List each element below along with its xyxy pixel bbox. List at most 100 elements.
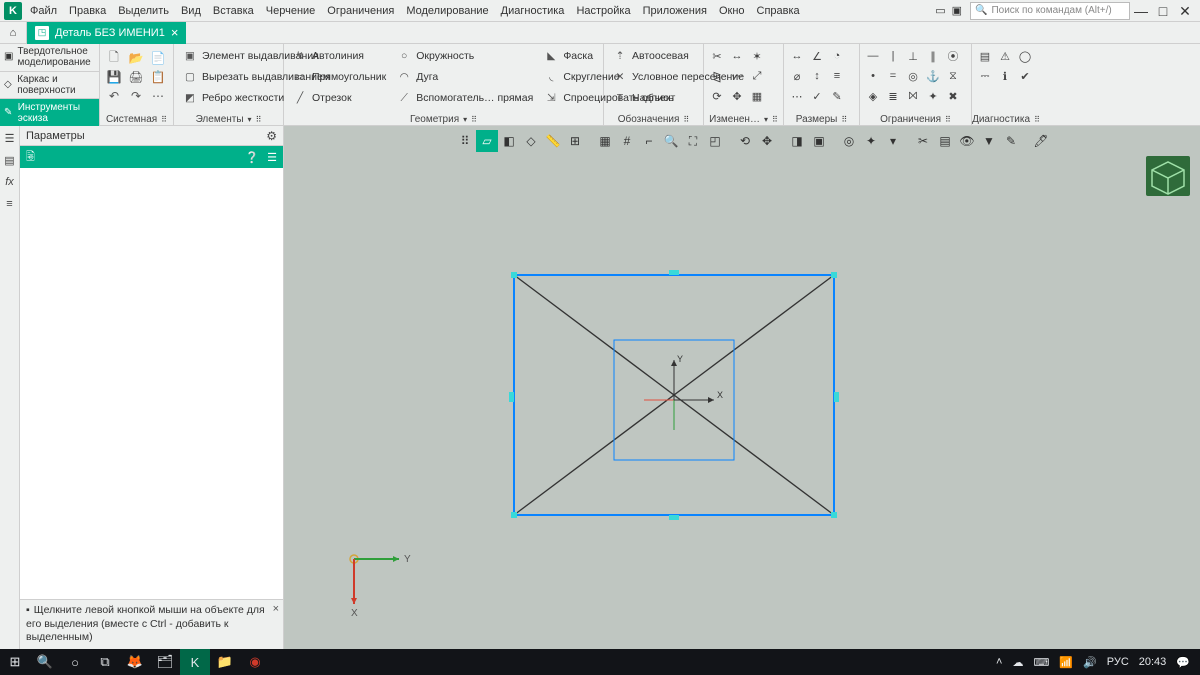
dim-auto-icon[interactable]: ✓ — [808, 87, 826, 105]
c-equal-icon[interactable]: = — [884, 67, 902, 85]
dim-chain-icon[interactable]: ⋯ — [788, 87, 806, 105]
diag-over-icon[interactable]: ⚠ — [996, 47, 1014, 65]
diag-dof-icon[interactable]: ▤ — [976, 47, 994, 65]
menu-apps[interactable]: Приложения — [637, 0, 713, 22]
c-merge-icon[interactable]: ⨝ — [904, 87, 922, 105]
document-tab[interactable]: ◳ Деталь БЕЗ ИМЕНИ1 × — [27, 22, 186, 44]
tree-icon[interactable]: ☰ — [2, 130, 18, 146]
dim-diam-icon[interactable]: ⌀ — [788, 67, 806, 85]
panel-settings-icon[interactable]: ⚙ — [266, 129, 277, 143]
vt-shade-icon[interactable]: ◨ — [786, 130, 808, 152]
list-icon[interactable]: ≡ — [2, 196, 18, 212]
dim-edit-icon[interactable]: ✎ — [828, 87, 846, 105]
panel-collapse-icon[interactable]: ☰ — [267, 151, 277, 164]
taskbar-explorer[interactable]: 📁 — [210, 649, 240, 675]
menu-select[interactable]: Выделить — [112, 0, 175, 22]
c-concentric-icon[interactable]: ◎ — [904, 67, 922, 85]
panel-help-icon[interactable]: ❔ — [245, 151, 259, 164]
cmd-aux-line[interactable]: ⟋Вспомогатель… прямая — [392, 89, 537, 107]
print-icon[interactable]: 🖨 — [128, 69, 144, 85]
vt-pan-icon[interactable]: ✥ — [756, 130, 778, 152]
diag-info-icon[interactable]: ℹ — [996, 67, 1014, 85]
split-icon[interactable]: ✶ — [748, 47, 766, 65]
start-button[interactable]: ⊞ — [0, 649, 30, 675]
cmd-rectangle[interactable]: ▭Прямоугольник — [288, 68, 390, 86]
diag-closed-icon[interactable]: ◯ — [1016, 47, 1034, 65]
vt-measure-icon[interactable]: 📏 — [542, 130, 564, 152]
close-button[interactable]: ✕ — [1174, 0, 1196, 22]
tray-keyboard-icon[interactable]: ⌨ — [1033, 656, 1049, 669]
mirror-icon[interactable]: ⧎ — [708, 67, 726, 85]
vt-zoomfit-icon[interactable]: ⛶ — [682, 130, 704, 152]
new-icon[interactable]: 🗋 — [106, 50, 122, 66]
taskbar-app1[interactable]: 🦊 — [120, 649, 150, 675]
tray-wifi-icon[interactable]: 📶 — [1059, 656, 1073, 669]
vt-filter-icon[interactable]: ▼ — [978, 130, 1000, 152]
props-icon[interactable]: 📄 — [150, 50, 166, 66]
copy-icon[interactable]: 📋 — [150, 69, 166, 85]
undo-icon[interactable]: ↶ — [106, 88, 122, 104]
redo-icon[interactable]: ↷ — [128, 88, 144, 104]
taskbar-kompas[interactable]: K — [180, 649, 210, 675]
pattern-icon[interactable]: ▦ — [748, 87, 766, 105]
extend-icon[interactable]: ↔ — [728, 47, 746, 65]
tab-close-icon[interactable]: × — [171, 25, 179, 40]
menu-view[interactable]: Вид — [175, 0, 207, 22]
rotate-icon[interactable]: ⟳ — [708, 87, 726, 105]
c-fix-icon[interactable]: ⚓ — [924, 67, 942, 85]
c-coincident-icon[interactable]: • — [864, 67, 882, 85]
multiview2-icon[interactable]: ▣ — [952, 4, 962, 17]
vt-grid2-icon[interactable]: # — [616, 130, 638, 152]
vt-style-icon[interactable]: ✎ — [1000, 130, 1022, 152]
diag-gap-icon[interactable]: ⎓ — [976, 67, 994, 85]
c-perp-icon[interactable]: ⊥ — [904, 47, 922, 65]
tray-chevron-icon[interactable]: ˄ — [996, 656, 1002, 668]
home-icon[interactable]: ⌂ — [0, 22, 26, 44]
vt-view2-icon[interactable]: ✦ — [860, 130, 882, 152]
layers-icon[interactable]: ▤ — [2, 152, 18, 168]
dim-linear-icon[interactable]: ↔ — [788, 47, 806, 65]
vt-zoomwin-icon[interactable]: ◰ — [704, 130, 726, 152]
viewport[interactable]: ⠿ ▱ ◧ ◇ 📏 ⊞ ▦ # ⌐ 🔍 ⛶ ◰ ⟲ ✥ ◨ ▣ ◎ ✦ ▾ ✂ … — [284, 126, 1200, 649]
c-auto-icon[interactable]: ✦ — [924, 87, 942, 105]
vt-view1-icon[interactable]: ◎ — [838, 130, 860, 152]
vt-clip-icon[interactable]: ▤ — [934, 130, 956, 152]
scale-icon[interactable]: ⤢ — [748, 67, 766, 85]
command-search[interactable]: 🔍 Поиск по командам (Alt+/) — [970, 2, 1130, 20]
vt-ortho-icon[interactable]: ⊞ — [564, 130, 586, 152]
nav-cube[interactable] — [1146, 156, 1190, 196]
tab-solid-modeling[interactable]: ▣Твердотельное моделирование — [0, 44, 99, 72]
menu-help[interactable]: Справка — [751, 0, 806, 22]
vt-rotate-icon[interactable]: ⟲ — [734, 130, 756, 152]
c-del-icon[interactable]: ✖ — [944, 87, 962, 105]
vt-color-icon[interactable]: 🖊 — [1030, 130, 1052, 152]
save-icon[interactable]: 💾 — [106, 69, 122, 85]
multiview1-icon[interactable]: ▭ — [935, 4, 945, 17]
tray-notifications-icon[interactable]: 💬 — [1176, 656, 1190, 669]
open-icon[interactable]: 📂 — [128, 50, 144, 66]
taskview-icon[interactable]: ⧉ — [90, 649, 120, 675]
task-search-icon[interactable]: 🔍 — [30, 649, 60, 675]
vt-perp-icon[interactable]: ⌐ — [638, 130, 660, 152]
menu-settings[interactable]: Настройка — [570, 0, 636, 22]
c-horizontal-icon[interactable]: — — [864, 47, 882, 65]
menu-diagnostics[interactable]: Диагностика — [495, 0, 571, 22]
c-midpoint-icon[interactable]: ◈ — [864, 87, 882, 105]
diag-check-icon[interactable]: ✔ — [1016, 67, 1034, 85]
menu-insert[interactable]: Вставка — [207, 0, 260, 22]
tray-time[interactable]: 20:43 — [1139, 656, 1167, 668]
taskbar-app2[interactable]: 🗂 — [150, 649, 180, 675]
dim-base-icon[interactable]: ≡ — [828, 67, 846, 85]
dim-radial-icon[interactable]: ◔ — [828, 47, 846, 65]
menu-window[interactable]: Окно — [713, 0, 751, 22]
vt-sketch-icon[interactable]: ▱ — [476, 130, 498, 152]
cmd-circle[interactable]: ○Окружность — [392, 47, 537, 65]
menu-constraints[interactable]: Ограничения — [321, 0, 400, 22]
vt-view3-icon[interactable]: ▾ — [882, 130, 904, 152]
panel-apply-icon[interactable]: 🗟 — [26, 148, 35, 167]
menu-drawing[interactable]: Черчение — [260, 0, 322, 22]
tab-wireframe[interactable]: ◇Каркас и поверхности — [0, 72, 99, 100]
tray-cloud-icon[interactable]: ☁ — [1012, 656, 1023, 669]
vt-grip-icon[interactable]: ⠿ — [454, 130, 476, 152]
vt-zoom-icon[interactable]: 🔍 — [660, 130, 682, 152]
